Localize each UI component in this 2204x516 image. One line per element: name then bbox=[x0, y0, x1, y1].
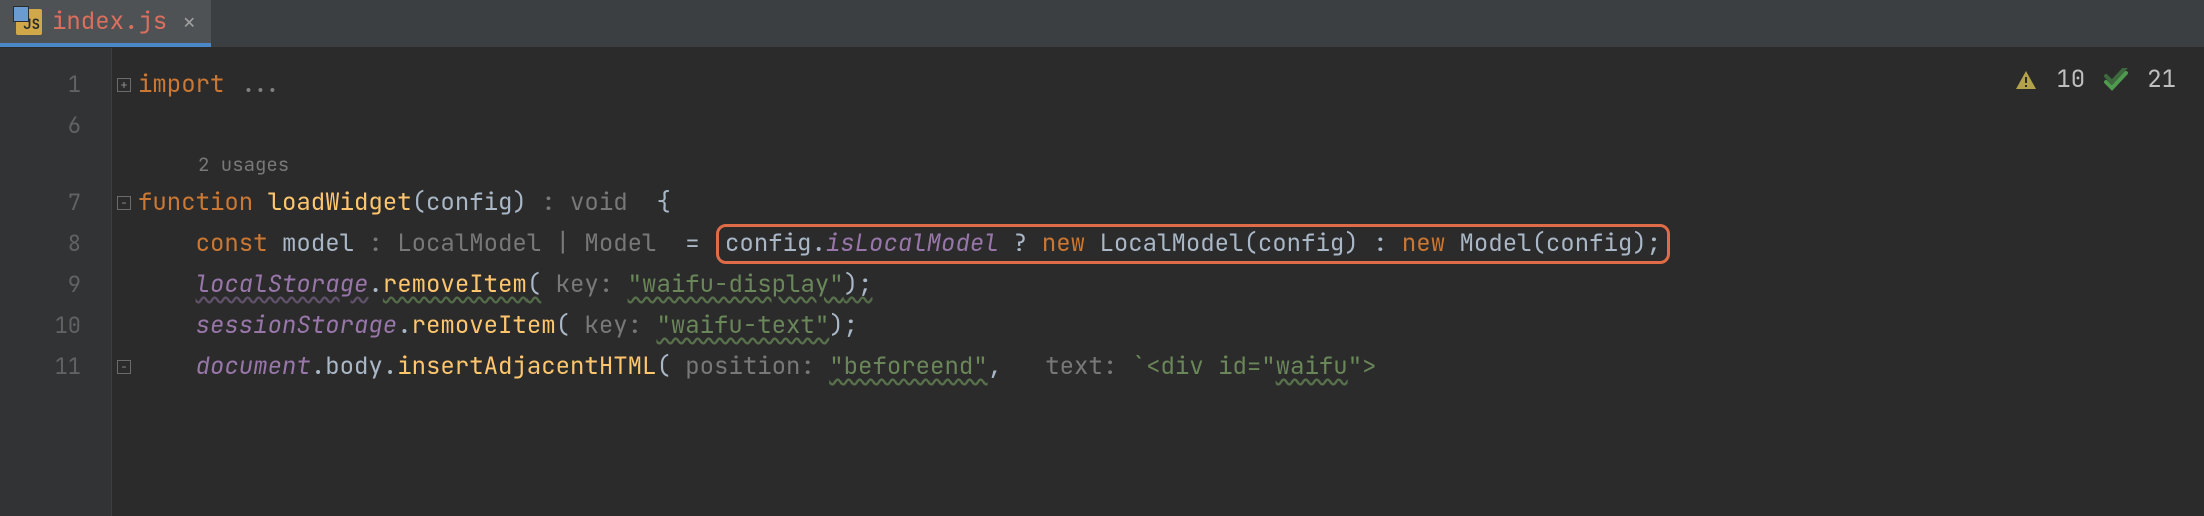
folded-placeholder[interactable]: ... bbox=[239, 69, 282, 100]
fold-toggle[interactable]: − bbox=[112, 182, 136, 223]
keyword: function bbox=[138, 187, 253, 218]
keyword: const bbox=[196, 228, 268, 259]
string-literal: "waifu-display" bbox=[628, 269, 844, 300]
method-name: insertAdjacentHTML bbox=[397, 351, 656, 382]
code-line[interactable]: sessionStorage.removeItem( key: "waifu-t… bbox=[136, 305, 2204, 346]
type-hint: : void bbox=[527, 187, 657, 218]
method-name: removeItem bbox=[412, 310, 556, 341]
line-number bbox=[0, 146, 111, 182]
string-literal: "beforeend" bbox=[829, 351, 987, 382]
keyword: import bbox=[138, 69, 224, 100]
parameter-hint: key: bbox=[570, 310, 656, 341]
line-number[interactable]: 1 bbox=[0, 64, 111, 105]
line-number[interactable]: 10 bbox=[0, 305, 111, 346]
method-name: removeItem bbox=[383, 269, 527, 300]
code-editor[interactable]: 1 6 7 8 9 10 11 + − − import ... 2 usage… bbox=[0, 48, 2204, 516]
parameter-hint: text: bbox=[1031, 351, 1132, 382]
code-area[interactable]: import ... 2 usages function loadWidget(… bbox=[136, 48, 2204, 516]
line-number[interactable]: 11 bbox=[0, 346, 111, 387]
line-number[interactable]: 7 bbox=[0, 182, 111, 223]
line-number[interactable]: 8 bbox=[0, 223, 111, 264]
global-object: document bbox=[196, 351, 311, 382]
close-icon[interactable]: ✕ bbox=[183, 9, 195, 35]
parameter: config bbox=[426, 187, 512, 218]
code-line[interactable]: import ... bbox=[136, 64, 2204, 105]
code-line[interactable] bbox=[136, 105, 2204, 146]
code-line[interactable]: localStorage.removeItem( key: "waifu-dis… bbox=[136, 264, 2204, 305]
js-file-icon: JS bbox=[16, 9, 42, 35]
global-object: sessionStorage bbox=[196, 310, 398, 341]
code-line[interactable]: const model : LocalModel | Model = confi… bbox=[136, 223, 2204, 264]
editor-tabbar: JS index.js ✕ bbox=[0, 0, 2204, 48]
string-literal: "waifu-text" bbox=[656, 310, 829, 341]
code-line[interactable]: function loadWidget(config) : void { bbox=[136, 182, 2204, 223]
fold-toggle[interactable]: + bbox=[112, 64, 136, 105]
fold-toggle[interactable]: − bbox=[112, 346, 136, 387]
gutter: 1 6 7 8 9 10 11 bbox=[0, 48, 112, 516]
highlighted-expression: config.isLocalModel ? new LocalModel(con… bbox=[716, 224, 1670, 264]
usages-inlay[interactable]: 2 usages bbox=[136, 146, 2204, 182]
line-number[interactable]: 9 bbox=[0, 264, 111, 305]
parameter-hint: position: bbox=[671, 351, 829, 382]
type-hint: : LocalModel | Model bbox=[354, 228, 685, 259]
file-tab-index-js[interactable]: JS index.js ✕ bbox=[0, 0, 211, 47]
global-object: localStorage bbox=[196, 269, 369, 300]
code-line[interactable]: document.body.insertAdjacentHTML( positi… bbox=[136, 346, 2204, 387]
parameter-hint: key: bbox=[541, 269, 627, 300]
variable-name: model bbox=[282, 228, 354, 259]
tab-filename: index.js bbox=[52, 6, 167, 37]
line-number[interactable]: 6 bbox=[0, 105, 111, 146]
function-name: loadWidget bbox=[268, 187, 412, 218]
fold-column: + − − bbox=[112, 48, 136, 516]
